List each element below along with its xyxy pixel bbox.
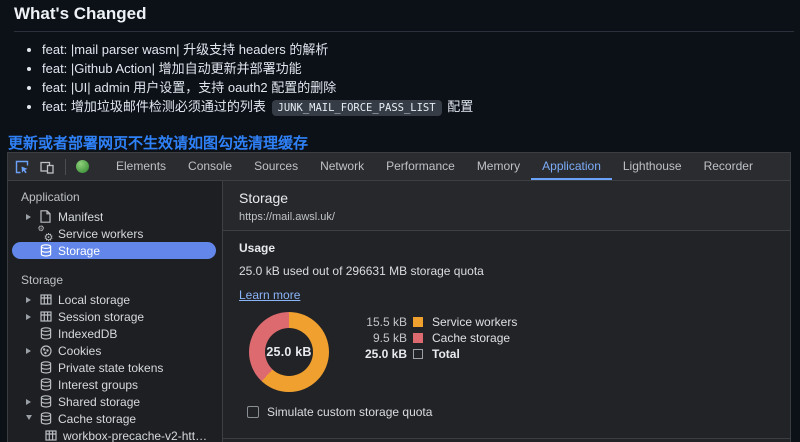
sidebar-item-shared-storage[interactable]: Shared storage bbox=[12, 393, 216, 410]
sidebar-item-indexeddb[interactable]: IndexedDB bbox=[12, 325, 216, 342]
sidebar-item-private-state-tokens[interactable]: Private state tokens bbox=[12, 359, 216, 376]
database-icon bbox=[38, 361, 53, 374]
storage-panel-header: Storage https://mail.awsl.uk/ bbox=[223, 181, 790, 231]
changelog-text: feat: |UI| admin 用户设置，支持 oauth2 配置的删除 bbox=[42, 80, 337, 95]
legend-row-service-workers: 15.5 kB Service workers bbox=[329, 314, 517, 330]
manifest-document-icon bbox=[38, 210, 53, 223]
total-swatch bbox=[413, 349, 423, 359]
service-workers-gears-icon: ⚙ ⚙ bbox=[37, 223, 54, 244]
disclosure-triangle-icon[interactable] bbox=[24, 398, 33, 405]
disclosure-triangle-icon[interactable] bbox=[24, 296, 33, 303]
tab-application[interactable]: Application bbox=[531, 153, 612, 180]
page-title: What's Changed bbox=[14, 4, 794, 32]
disclosure-triangle-icon[interactable] bbox=[24, 213, 33, 220]
database-icon bbox=[38, 412, 53, 425]
devtools-tabbar: Elements Console Sources Network Perform… bbox=[8, 153, 790, 181]
disclosure-triangle-expanded-icon[interactable] bbox=[24, 414, 33, 423]
table-icon bbox=[38, 294, 53, 305]
changelog-text: feat: 增加垃圾邮件检测必须通过的列表 bbox=[42, 99, 270, 114]
database-icon bbox=[38, 244, 53, 257]
cache-storage-swatch bbox=[413, 333, 423, 343]
changelog-text: 配置 bbox=[443, 99, 474, 114]
legend-label: Service workers bbox=[432, 315, 518, 329]
simulate-quota-checkbox[interactable] bbox=[247, 406, 259, 418]
legend-value: 9.5 kB bbox=[372, 331, 407, 345]
sidebar-item-cache-storage[interactable]: Cache storage bbox=[12, 410, 216, 427]
changelog-text: feat: |mail parser wasm| 升级支持 headers 的解… bbox=[42, 42, 329, 57]
cookie-icon bbox=[38, 344, 53, 357]
disclosure-triangle-icon[interactable] bbox=[24, 313, 33, 320]
sidebar-item-interest-groups[interactable]: Interest groups bbox=[12, 376, 216, 393]
usage-heading: Usage bbox=[239, 241, 276, 255]
extension-icon[interactable] bbox=[76, 160, 89, 173]
sidebar-item-workbox-precache[interactable]: workbox-precache-v2-https://mai… bbox=[12, 427, 216, 442]
disclosure-triangle-icon[interactable] bbox=[24, 347, 33, 354]
tab-elements[interactable]: Elements bbox=[105, 153, 177, 180]
devtools-screenshot: Elements Console Sources Network Perform… bbox=[7, 152, 791, 442]
chart-legend: 15.5 kB Service workers 9.5 kB Cache sto… bbox=[329, 312, 517, 392]
legend-total-label: Total bbox=[432, 347, 460, 361]
devtools-tabs: Elements Console Sources Network Perform… bbox=[105, 153, 764, 180]
storage-panel: Storage https://mail.awsl.uk/ Usage 25.0… bbox=[223, 181, 790, 442]
tab-sources[interactable]: Sources bbox=[243, 153, 309, 180]
section-divider bbox=[223, 438, 790, 439]
storage-donut: 25.0 kB bbox=[249, 312, 329, 392]
changelog-list: feat: |mail parser wasm| 升级支持 headers 的解… bbox=[14, 40, 794, 118]
inspect-element-icon[interactable] bbox=[15, 160, 29, 174]
application-sidebar: Application Manifest ⚙ ⚙ Service workers … bbox=[8, 181, 223, 442]
device-toolbar-icon[interactable] bbox=[40, 160, 54, 174]
donut-center-label: 25.0 kB bbox=[265, 328, 313, 376]
legend-label: Cache storage bbox=[432, 331, 511, 345]
tab-recorder[interactable]: Recorder bbox=[693, 153, 764, 180]
simulate-quota-row: Simulate custom storage quota bbox=[247, 405, 774, 419]
tab-network[interactable]: Network bbox=[309, 153, 375, 180]
changelog-text: feat: |Github Action| 增加自动更新并部署功能 bbox=[42, 61, 302, 76]
panel-title: Storage bbox=[239, 190, 289, 206]
legend-total-value: 25.0 kB bbox=[364, 347, 407, 361]
tab-performance[interactable]: Performance bbox=[375, 153, 466, 180]
sidebar-item-session-storage[interactable]: Session storage bbox=[12, 308, 216, 325]
legend-row-cache-storage: 9.5 kB Cache storage bbox=[329, 330, 517, 346]
cache-clear-notice: 更新或者部署网页不生效请如图勾选清理缓存 bbox=[8, 135, 309, 152]
sidebar-item-storage[interactable]: Storage bbox=[12, 242, 216, 259]
tab-lighthouse[interactable]: Lighthouse bbox=[612, 153, 693, 180]
changelog-item: feat: 增加垃圾邮件检测必须通过的列表 JUNK_MAIL_FORCE_PA… bbox=[42, 97, 794, 118]
sidebar-section-application: Application bbox=[21, 190, 80, 204]
database-icon bbox=[38, 395, 53, 408]
storage-chart: 25.0 kB 15.5 kB Service workers 9.5 kB C… bbox=[239, 312, 774, 392]
usage-quota-text: 25.0 kB used out of 296631 MB storage qu… bbox=[239, 264, 484, 278]
sidebar-item-cookies[interactable]: Cookies bbox=[12, 342, 216, 359]
changelog-item: feat: |UI| admin 用户设置，支持 oauth2 配置的删除 bbox=[42, 78, 794, 97]
devtools-body: Application Manifest ⚙ ⚙ Service workers … bbox=[8, 181, 790, 442]
tab-memory[interactable]: Memory bbox=[466, 153, 531, 180]
usage-section: Usage 25.0 kB used out of 296631 MB stor… bbox=[223, 231, 790, 419]
code-chip: JUNK_MAIL_FORCE_PASS_LIST bbox=[271, 100, 442, 116]
database-icon bbox=[38, 327, 53, 340]
changelog-item: feat: |mail parser wasm| 升级支持 headers 的解… bbox=[42, 40, 794, 59]
sidebar-section-storage: Storage bbox=[21, 273, 64, 287]
sidebar-item-manifest[interactable]: Manifest bbox=[12, 208, 216, 225]
legend-row-total: 25.0 kB Total bbox=[329, 346, 517, 362]
release-notes: What's Changed feat: |mail parser wasm| … bbox=[0, 0, 800, 153]
table-icon bbox=[38, 311, 53, 322]
tab-console[interactable]: Console bbox=[177, 153, 243, 180]
origin-url: https://mail.awsl.uk/ bbox=[239, 211, 335, 223]
simulate-quota-label: Simulate custom storage quota bbox=[267, 405, 433, 419]
table-icon bbox=[43, 430, 58, 441]
service-workers-swatch bbox=[413, 317, 423, 327]
database-icon bbox=[38, 378, 53, 391]
sidebar-item-service-workers[interactable]: ⚙ ⚙ Service workers bbox=[12, 223, 216, 244]
sidebar-item-local-storage[interactable]: Local storage bbox=[12, 291, 216, 308]
legend-value: 15.5 kB bbox=[366, 315, 407, 329]
changelog-item: feat: |Github Action| 增加自动更新并部署功能 bbox=[42, 59, 794, 78]
learn-more-link[interactable]: Learn more bbox=[239, 288, 300, 302]
toolbar-divider bbox=[65, 158, 66, 175]
